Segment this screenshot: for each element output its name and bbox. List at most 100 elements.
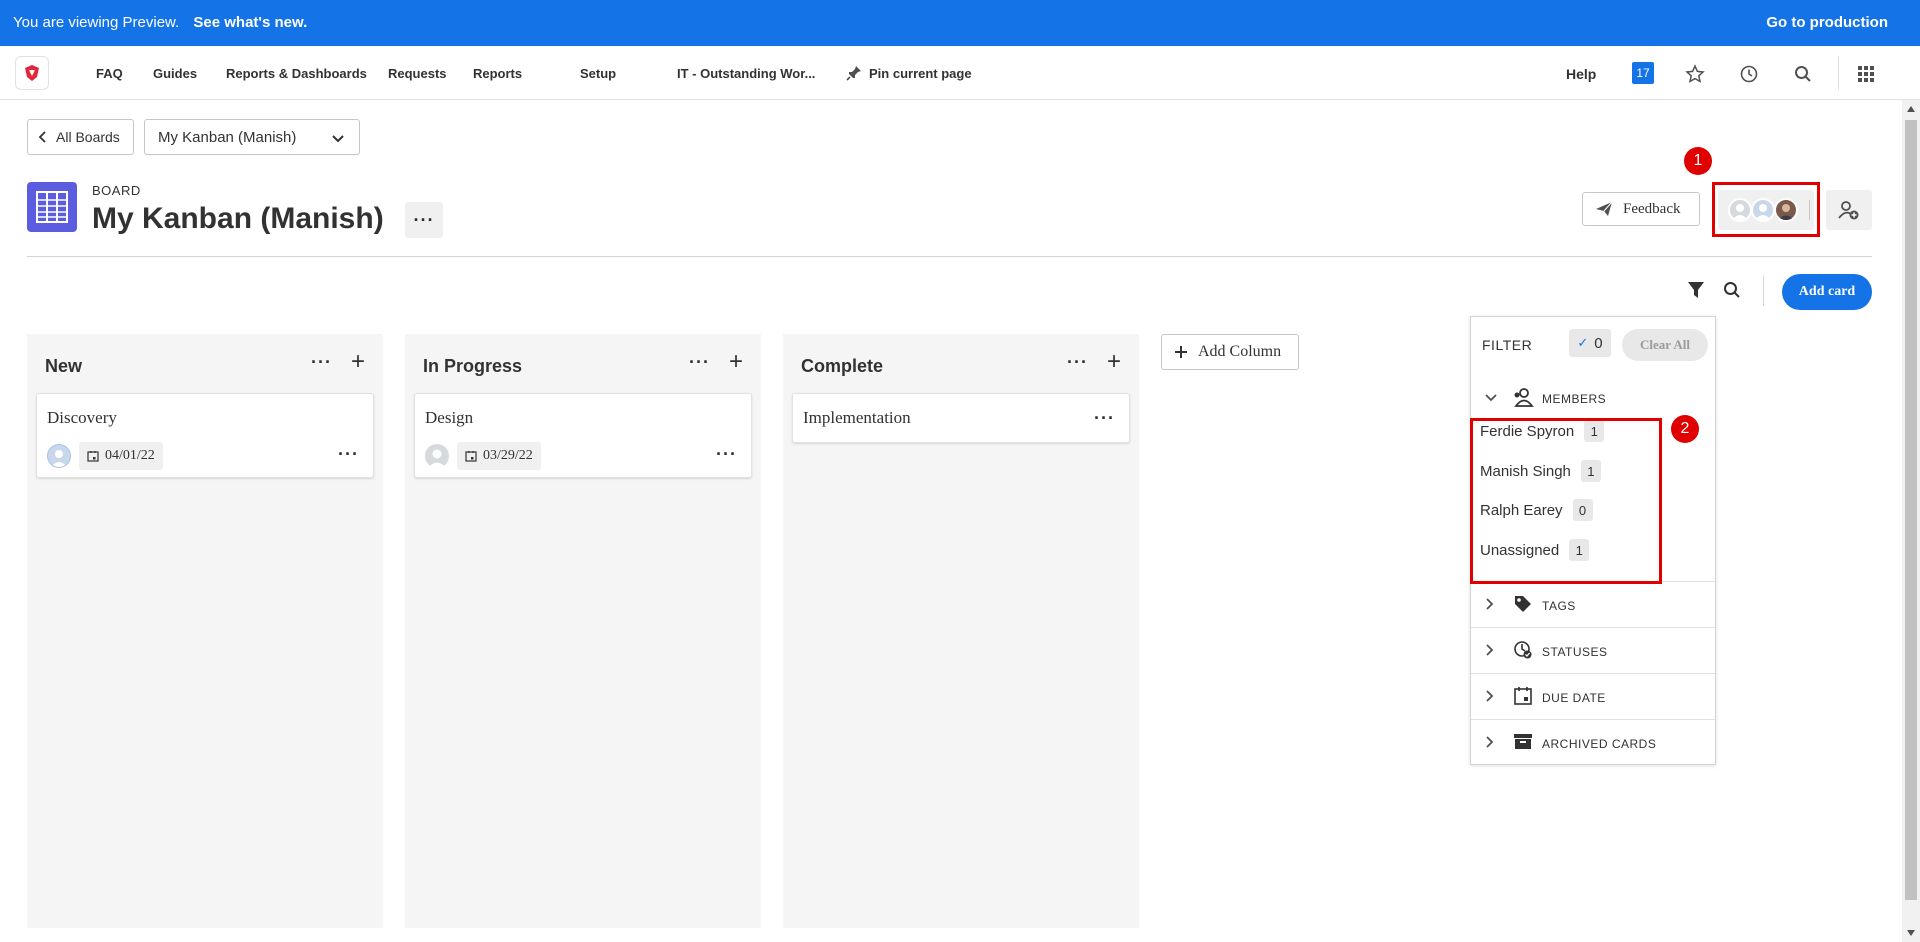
nav-item-guides[interactable]: Guides — [153, 66, 197, 81]
members-section-header[interactable]: MEMBERS — [1471, 383, 1715, 413]
add-card-button[interactable]: Add card — [1782, 274, 1872, 310]
card-date-text: 03/29/22 — [483, 448, 533, 463]
history-clock-icon[interactable] — [1737, 62, 1761, 86]
column-more-button[interactable]: ··· — [311, 352, 332, 373]
column-title: In Progress — [423, 356, 523, 376]
calendar-icon — [1514, 687, 1532, 705]
board-more-button[interactable]: ··· — [405, 202, 443, 238]
pin-label: Pin current page — [869, 65, 972, 81]
card-more-button[interactable]: ··· — [716, 444, 737, 465]
nav-item-faq[interactable]: FAQ — [96, 66, 123, 81]
scroll-down-arrow-icon[interactable] — [1907, 930, 1915, 936]
members-section-label: MEMBERS — [1542, 392, 1607, 406]
kanban-column-complete: Complete ··· + Implementation ··· — [783, 334, 1139, 928]
chevron-right-icon — [1486, 690, 1494, 702]
app-logo[interactable] — [15, 56, 49, 90]
board-icon — [27, 182, 77, 232]
annotation-marker-2: 2 — [1671, 415, 1699, 443]
board-search-icon[interactable] — [1722, 280, 1742, 305]
column-add-card-plus-icon[interactable]: + — [729, 348, 743, 376]
statuses-section-header[interactable]: STATUSES — [1471, 627, 1715, 673]
calendar-icon — [465, 451, 477, 462]
card-due-date[interactable]: 04/01/22 — [79, 442, 163, 470]
column-more-button[interactable]: ··· — [689, 352, 710, 373]
search-icon[interactable] — [1791, 62, 1815, 86]
board-label: BOARD — [92, 183, 141, 198]
nav-item-setup[interactable]: Setup — [580, 66, 616, 81]
scroll-up-arrow-icon[interactable] — [1907, 106, 1915, 112]
go-to-production-link[interactable]: Go to production — [1766, 14, 1888, 31]
banner-text: You are viewing Preview. — [13, 14, 180, 31]
all-boards-button[interactable]: All Boards — [27, 119, 134, 155]
add-column-button[interactable]: Add Column — [1161, 334, 1299, 370]
check-icon: ✓ — [1577, 335, 1589, 350]
members-icon — [1514, 388, 1534, 407]
app-grid-icon[interactable] — [1854, 62, 1878, 86]
brand-logo-icon — [25, 65, 39, 81]
card-assignee-avatar[interactable] — [425, 444, 449, 468]
feedback-button[interactable]: Feedback — [1582, 192, 1700, 226]
archived-cards-section-header[interactable]: ARCHIVED CARDS — [1471, 719, 1715, 765]
clear-all-button[interactable]: Clear All — [1622, 329, 1708, 361]
card-more-button[interactable]: ··· — [1094, 408, 1115, 429]
plus-icon — [1175, 346, 1187, 358]
header-divider — [27, 256, 1872, 257]
help-link[interactable]: Help — [1566, 66, 1596, 82]
kanban-card[interactable]: Implementation ··· — [792, 393, 1130, 443]
add-member-button[interactable] — [1826, 190, 1872, 230]
whats-new-link[interactable]: See what's new. — [193, 14, 307, 31]
due-date-section-label: DUE DATE — [1542, 691, 1606, 705]
tags-section-header[interactable]: TAGS — [1471, 581, 1715, 627]
add-column-label: Add Column — [1198, 343, 1282, 360]
card-due-date[interactable]: 03/29/22 — [457, 442, 541, 470]
kanban-column-in-progress: In Progress ··· + Design 03/29/22 ··· — [405, 334, 761, 928]
tag-icon — [1515, 596, 1531, 612]
filter-title: FILTER — [1482, 337, 1533, 353]
column-more-button[interactable]: ··· — [1067, 352, 1088, 373]
due-date-section-header[interactable]: DUE DATE — [1471, 673, 1715, 719]
preview-banner: You are viewing Preview. See what's new.… — [0, 0, 1920, 46]
column-add-card-plus-icon[interactable]: + — [351, 348, 365, 376]
annotation-highlight-member-list — [1470, 418, 1662, 584]
archive-box-icon — [1514, 734, 1532, 749]
kanban-card[interactable]: Design 03/29/22 ··· — [414, 393, 752, 478]
send-icon — [1596, 201, 1613, 216]
pin-current-page-button[interactable]: Pin current page — [845, 64, 972, 82]
toolbar-divider — [1763, 276, 1764, 306]
page-scrollbar[interactable] — [1902, 100, 1920, 942]
filter-count-value: 0 — [1594, 334, 1603, 352]
banner-message: You are viewing Preview. See what's new. — [13, 14, 307, 31]
add-user-icon — [1838, 201, 1859, 220]
nav-item-it-outstanding[interactable]: IT - Outstanding Wor... — [677, 66, 815, 81]
board-select-dropdown[interactable]: My Kanban (Manish) — [144, 119, 360, 155]
annotation-marker-1: 1 — [1684, 147, 1712, 175]
archived-cards-section-label: ARCHIVED CARDS — [1542, 737, 1657, 751]
favorites-star-icon[interactable] — [1683, 62, 1707, 86]
status-check-icon — [1514, 641, 1532, 659]
chevron-down-icon — [1485, 394, 1497, 402]
pin-icon — [846, 66, 861, 81]
card-title: Design — [425, 408, 474, 427]
tags-section-label: TAGS — [1542, 599, 1576, 613]
nav-item-reports[interactable]: Reports — [473, 66, 522, 81]
notifications-badge[interactable]: 17 — [1632, 62, 1654, 84]
filter-funnel-icon[interactable] — [1686, 280, 1706, 305]
page-title: My Kanban (Manish) — [92, 202, 384, 235]
kanban-column-new: New ··· + Discovery 04/01/22 ··· — [27, 334, 383, 928]
nav-item-reports-dashboards[interactable]: Reports & Dashboards — [226, 66, 367, 81]
scroll-thumb[interactable] — [1905, 120, 1917, 900]
all-boards-label: All Boards — [56, 129, 120, 145]
nav-item-requests[interactable]: Requests — [388, 66, 447, 81]
annotation-highlight-members — [1712, 182, 1820, 237]
card-title: Discovery — [47, 408, 117, 427]
column-title: Complete — [801, 356, 884, 376]
statuses-section-label: STATUSES — [1542, 645, 1608, 659]
filter-count-badge: ✓ 0 — [1569, 329, 1611, 357]
kanban-card[interactable]: Discovery 04/01/22 ··· — [36, 393, 374, 478]
chevron-right-icon — [1486, 598, 1494, 610]
card-more-button[interactable]: ··· — [338, 444, 359, 465]
column-add-card-plus-icon[interactable]: + — [1107, 348, 1121, 376]
chevron-left-icon — [38, 131, 46, 143]
top-navigation: FAQ Guides Reports & Dashboards Requests… — [0, 46, 1920, 100]
card-assignee-avatar[interactable] — [47, 444, 71, 468]
